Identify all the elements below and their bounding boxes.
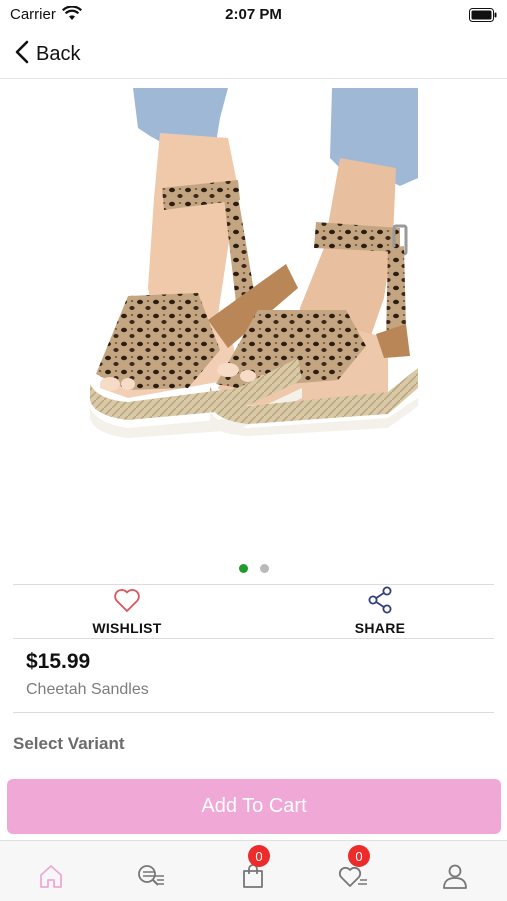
heart-icon	[113, 586, 141, 614]
back-label: Back	[36, 43, 81, 65]
tab-profile[interactable]	[438, 863, 472, 897]
product-image[interactable]	[88, 88, 420, 438]
add-to-cart-button[interactable]: Add To Cart	[7, 779, 501, 834]
tab-bar: 0 0	[0, 840, 507, 901]
status-bar: Carrier 2:07 PM	[0, 0, 507, 30]
wishlist-heart-icon	[338, 863, 368, 897]
share-label: SHARE	[354, 620, 406, 636]
wishlist-count-badge: 0	[348, 845, 370, 867]
product-name: Cheetah Sandles	[26, 681, 149, 698]
wishlist-label: WISHLIST	[92, 620, 162, 636]
home-icon	[38, 863, 64, 897]
profile-icon	[442, 863, 468, 897]
divider	[13, 584, 494, 585]
share-button[interactable]: SHARE	[260, 586, 500, 638]
carousel-indicator	[0, 564, 507, 573]
chevron-left-icon	[14, 39, 30, 70]
select-variant-heading: Select Variant	[13, 734, 125, 753]
carousel-dot[interactable]	[259, 564, 269, 573]
divider	[13, 638, 494, 639]
tab-home[interactable]	[34, 863, 68, 897]
back-button[interactable]: Back	[14, 39, 80, 70]
tab-cart[interactable]: 0	[236, 845, 270, 897]
divider	[13, 712, 494, 713]
cart-count-badge: 0	[248, 845, 270, 867]
share-icon	[367, 586, 393, 614]
tab-search[interactable]	[134, 863, 168, 897]
wishlist-button[interactable]: WISHLIST	[7, 586, 247, 638]
battery-icon	[469, 8, 497, 27]
tab-wishlist[interactable]: 0	[336, 845, 370, 897]
clock: 2:07 PM	[225, 6, 282, 23]
carousel-dot-active[interactable]	[238, 564, 248, 573]
search-list-icon	[136, 863, 166, 897]
shopping-bag-icon	[241, 863, 265, 897]
nav-bar: Back	[0, 30, 507, 79]
product-price: $15.99	[26, 650, 91, 673]
